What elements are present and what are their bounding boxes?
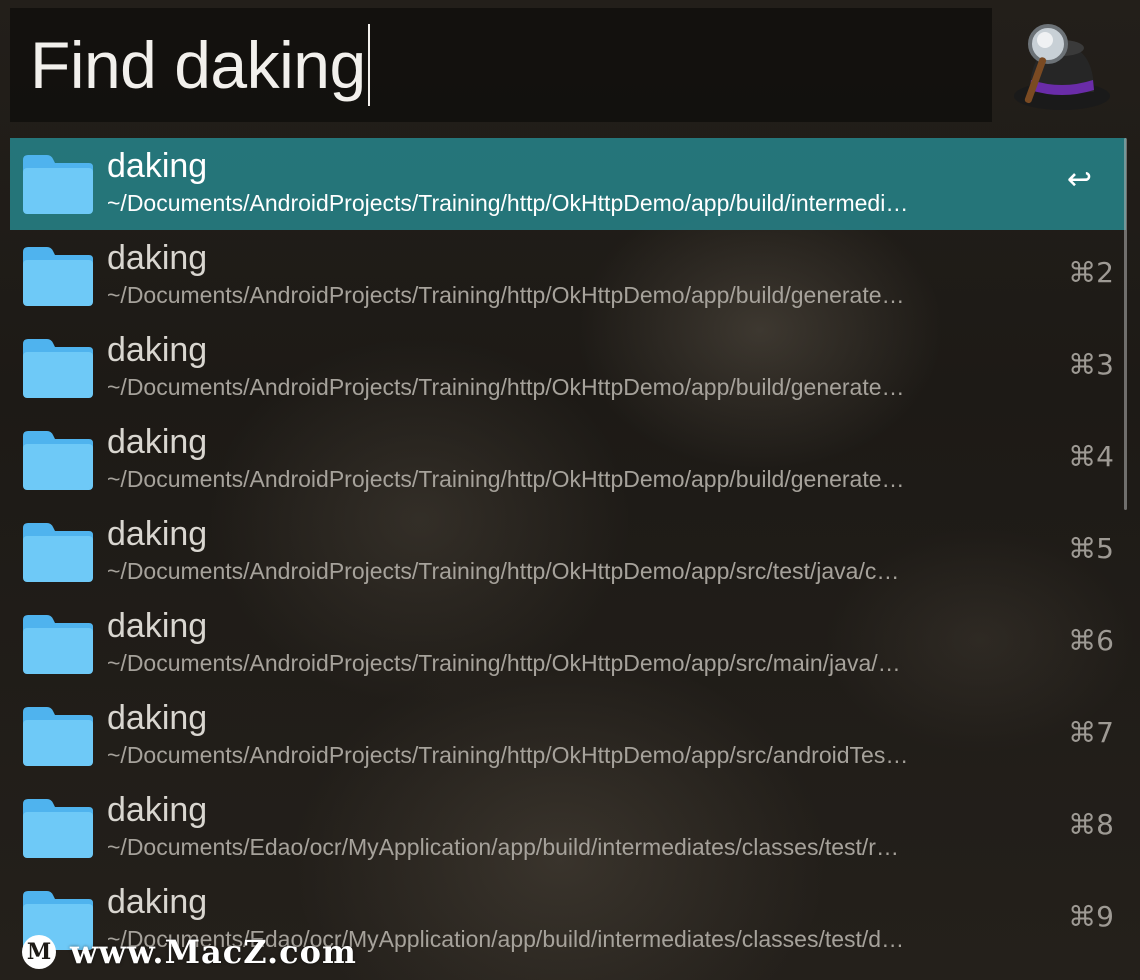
- result-row[interactable]: daking ~/Documents/AndroidProjects/Train…: [10, 690, 1126, 782]
- folder-icon: [23, 339, 93, 398]
- result-row[interactable]: daking ~/Documents/AndroidProjects/Train…: [10, 322, 1126, 414]
- shortcut-label: ⌘7: [1068, 716, 1114, 749]
- search-bar[interactable]: Find daking: [10, 8, 992, 122]
- result-path: ~/Documents/AndroidProjects/Training/htt…: [107, 742, 909, 768]
- result-path: ~/Documents/AndroidProjects/Training/htt…: [107, 558, 900, 584]
- result-title: daking: [107, 239, 208, 277]
- folder-icon: [23, 431, 93, 490]
- result-title: daking: [107, 515, 208, 553]
- watermark-text: www.MacZ.com: [70, 933, 357, 971]
- result-path: ~/Documents/AndroidProjects/Training/htt…: [107, 282, 905, 308]
- search-input[interactable]: Find daking: [30, 32, 366, 98]
- alfred-hat-icon[interactable]: [1010, 18, 1114, 118]
- shortcut-label: ⌘3: [1068, 348, 1114, 381]
- result-title: daking: [107, 699, 208, 737]
- result-path: ~/Documents/Edao/ocr/MyApplication/app/b…: [107, 834, 899, 860]
- result-row[interactable]: daking ~/Documents/AndroidProjects/Train…: [10, 506, 1126, 598]
- result-title: daking: [107, 147, 208, 185]
- shortcut-label: ⌘5: [1068, 532, 1114, 565]
- result-title: daking: [107, 331, 208, 369]
- shortcut-label: ⌘4: [1068, 440, 1114, 473]
- folder-icon: [23, 523, 93, 582]
- result-title: daking: [107, 791, 208, 829]
- folder-icon: [23, 707, 93, 766]
- folder-icon: [23, 615, 93, 674]
- results-scrollbar[interactable]: [1124, 138, 1127, 510]
- shortcut-label: ⌘2: [1068, 256, 1114, 289]
- result-row[interactable]: daking ~/Documents/Edao/ocr/MyApplicatio…: [10, 782, 1126, 874]
- result-row[interactable]: daking ~/Documents/AndroidProjects/Train…: [10, 230, 1126, 322]
- result-row[interactable]: daking ~/Documents/AndroidProjects/Train…: [10, 138, 1126, 230]
- result-path: ~/Documents/AndroidProjects/Training/htt…: [107, 466, 905, 492]
- watermark: M www.MacZ.com: [22, 932, 357, 972]
- result-title: daking: [107, 883, 208, 921]
- return-icon: ↩: [1066, 162, 1092, 197]
- shortcut-label: ⌘6: [1068, 624, 1114, 657]
- result-path: ~/Documents/AndroidProjects/Training/htt…: [107, 190, 909, 216]
- folder-icon: [23, 247, 93, 306]
- result-title: daking: [107, 423, 208, 461]
- watermark-badge: M: [22, 935, 56, 969]
- launcher-window: Find daking daking ~/Documents/AndroidPr…: [0, 0, 1140, 980]
- shortcut-label: ⌘9: [1068, 900, 1114, 933]
- result-title: daking: [107, 607, 208, 645]
- result-path: ~/Documents/AndroidProjects/Training/htt…: [107, 374, 905, 400]
- result-path: ~/Documents/AndroidProjects/Training/htt…: [107, 650, 901, 676]
- result-row[interactable]: daking ~/Documents/AndroidProjects/Train…: [10, 598, 1126, 690]
- text-caret: [367, 24, 370, 106]
- results-list: daking ~/Documents/AndroidProjects/Train…: [10, 138, 1128, 980]
- folder-icon: [23, 799, 93, 858]
- shortcut-label: ⌘8: [1068, 808, 1114, 841]
- result-row[interactable]: daking ~/Documents/AndroidProjects/Train…: [10, 414, 1126, 506]
- folder-icon: [23, 155, 93, 214]
